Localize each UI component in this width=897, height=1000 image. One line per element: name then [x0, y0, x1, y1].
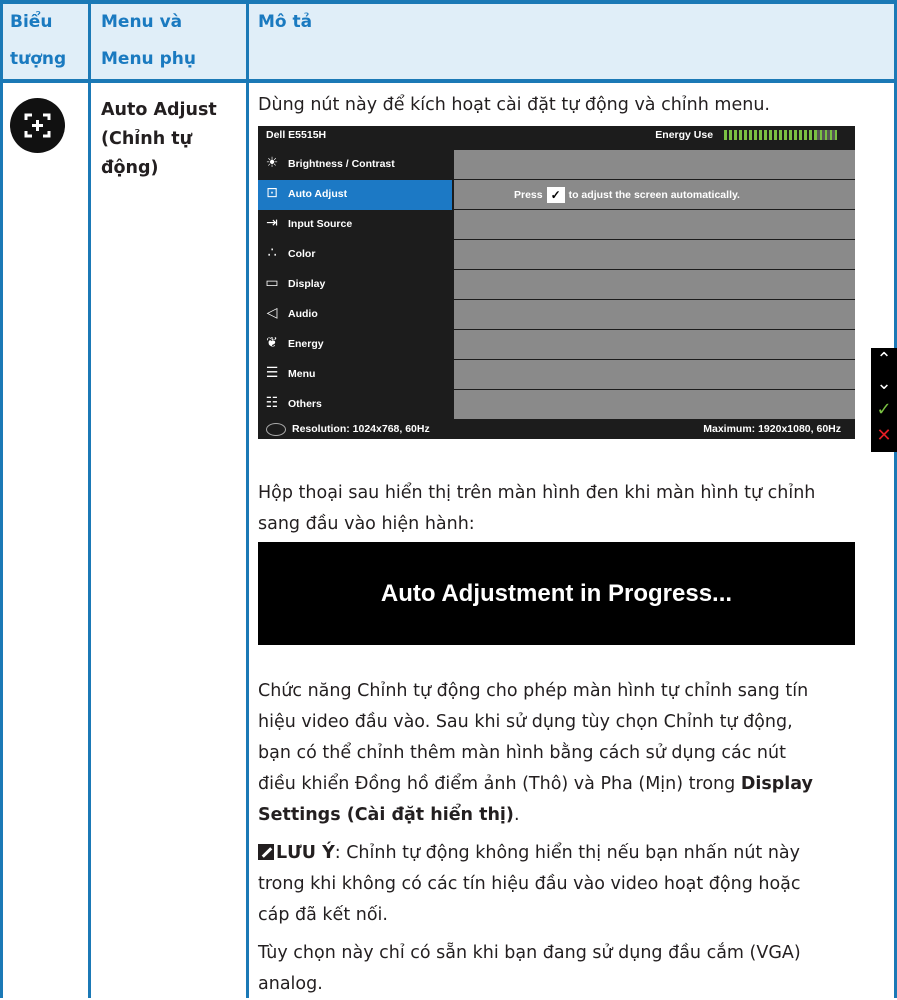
osd-footer: Resolution: 1024x768, 60Hz Maximum: 1920…: [258, 420, 855, 439]
note-line: LƯU Ý: Chỉnh tự động không hiển thị nếu …: [258, 838, 800, 869]
energy-label: Energy Use: [655, 129, 714, 141]
note-line: cáp đã kết nối.: [258, 905, 388, 925]
note-line: trong khi không có các tín hiệu đầu vào …: [258, 874, 801, 894]
menu-name: Auto Adjust (Chỉnh tự động): [101, 96, 217, 183]
paragraph-line: hiệu video đầu vào. Sau khi sử dụng tùy …: [258, 712, 793, 732]
osd-menu-item-label: Others: [288, 398, 322, 410]
osd-menu-item[interactable]: ⇥ Input Source: [258, 210, 452, 240]
paragraph-text: .: [513, 805, 520, 825]
paragraph-line: Chức năng Chỉnh tự động cho phép màn hìn…: [258, 681, 809, 701]
menu-icon: ☰: [265, 365, 279, 381]
osd-row: ▭ Display: [258, 270, 855, 300]
osd-panel-cell: [454, 150, 855, 179]
osd-row: ∴ Color: [258, 240, 855, 270]
input-icon: ⇥: [266, 215, 278, 231]
header-menu-column: Menu và Menu phụ: [101, 12, 196, 69]
osd-row: ❦ Energy: [258, 330, 855, 360]
close-icon[interactable]: ✕: [871, 424, 897, 448]
press-label: Press: [514, 188, 543, 201]
osd-panel-text: Press ✓ to adjust the screen automatically…: [514, 187, 740, 203]
check-icon: ✓: [546, 187, 565, 203]
note-pencil-icon: [258, 844, 274, 860]
paragraph-line: analog.: [258, 974, 323, 994]
auto-adjust-icon: ⊡: [266, 185, 278, 201]
check-icon[interactable]: ✓: [871, 398, 897, 422]
resolution-text: Resolution: 1024x768, 60Hz: [292, 423, 430, 435]
osd-menu-item-label: Color: [288, 248, 316, 260]
osd-menu-item-label: Audio: [288, 308, 318, 320]
osd-menu-item[interactable]: ∴ Color: [258, 240, 452, 270]
osd-menu-item-label: Menu: [288, 368, 316, 380]
osd-panel-cell: [454, 390, 855, 419]
osd-model: Dell E5515H: [266, 129, 327, 141]
osd-menu-item-label: Brightness / Contrast: [288, 158, 395, 170]
paragraph-text: điều khiển Đồng hồ điểm ảnh (Thô) và Pha…: [258, 774, 736, 794]
header-border: [0, 79, 897, 83]
menu-name-line: Auto Adjust: [101, 100, 217, 120]
dialog-text-line: Hộp thoại sau hiển thị trên màn hình đen…: [258, 483, 816, 503]
sun-icon: ☀: [265, 155, 279, 171]
osd-menu-item[interactable]: ⊡ Auto Adjust: [258, 180, 452, 210]
osd-menu-item[interactable]: ❦ Energy: [258, 330, 452, 360]
intro-text: Dùng nút này để kích hoạt cài đặt tự độn…: [258, 95, 770, 115]
osd-row: ☷ Others: [258, 390, 855, 420]
up-arrow-icon[interactable]: ⌃: [871, 348, 897, 372]
sliders-icon: ☷: [265, 395, 279, 411]
column-divider: [88, 0, 91, 998]
paragraph-line: Settings (Cài đặt hiển thị).: [258, 800, 520, 831]
osd-panel-cell: [454, 330, 855, 359]
osd-menu-item[interactable]: ▭ Display: [258, 270, 452, 300]
osd-row: ⇥ Input Source: [258, 210, 855, 240]
auto-adjust-icon: [10, 98, 65, 153]
osd-panel-cell: [454, 270, 855, 299]
speaker-icon: ◁: [266, 305, 278, 321]
osd-row: ◁ Audio: [258, 300, 855, 330]
side-buttons: ⌃ ⌄ ✓ ✕: [871, 348, 897, 452]
column-divider: [0, 0, 3, 998]
panel-instruction: to adjust the screen automatically.: [568, 188, 740, 201]
osd-row: ⊡ Auto Adjust Press ✓ to adjust the screen a…: [258, 180, 855, 210]
osd-menu-item[interactable]: ☀ Brightness / Contrast: [258, 150, 452, 180]
osd-menu-item-label: Energy: [288, 338, 324, 350]
paragraph-line: điều khiển Đồng hồ điểm ảnh (Thô) và Pha…: [258, 769, 813, 800]
osd-menu-item-label: Auto Adjust: [288, 188, 348, 200]
color-dots-icon: ∴: [267, 245, 277, 261]
header-description-column: Mô tả: [258, 12, 313, 32]
osd-panel-cell: [454, 360, 855, 389]
energy-bar: [724, 130, 837, 141]
leaf-icon: ❦: [266, 335, 278, 351]
osd-menu-item-label: Input Source: [288, 218, 353, 230]
display-settings-ref: Settings (Cài đặt hiển thị): [258, 805, 514, 825]
osd-panel-cell: [454, 210, 855, 239]
osd-panel-cell: [454, 300, 855, 329]
note-text: : Chỉnh tự động không hiển thị nếu bạn n…: [334, 843, 801, 863]
progress-dialog: Auto Adjustment in Progress...: [258, 542, 855, 645]
osd-menu-item-label: Display: [288, 278, 326, 290]
menu-name-line: (Chỉnh tự: [101, 129, 193, 149]
osd-menu-item[interactable]: ☷ Others: [258, 390, 452, 420]
display-icon: ▭: [265, 275, 279, 291]
maximum-text: Maximum: 1920x1080, 60Hz: [703, 423, 841, 435]
display-settings-ref: Display: [740, 774, 813, 794]
down-arrow-icon[interactable]: ⌄: [871, 372, 897, 396]
dialog-text-line: sang đầu vào hiện hành:: [258, 514, 475, 534]
osd-panel-cell: [454, 240, 855, 269]
header-icon-column: Biểu tượng: [10, 12, 67, 69]
energy-meter: Energy Use: [655, 129, 837, 141]
osd-panel-cell: Press ✓ to adjust the screen automatically…: [454, 180, 855, 209]
osd-row: ☰ Menu: [258, 360, 855, 390]
column-divider: [246, 0, 249, 998]
feature-table: Biểu tượng Menu và Menu phụ Mô tả Auto A…: [0, 0, 897, 998]
osd-menu: Dell E5515H Energy Use ☀ Brightness / Con…: [258, 126, 855, 439]
osd-menu-item[interactable]: ◁ Audio: [258, 300, 452, 330]
osd-row: ☀ Brightness / Contrast: [258, 150, 855, 180]
menu-name-line: động): [101, 158, 159, 178]
note-label: LƯU Ý: [276, 843, 335, 863]
paragraph-line: Tùy chọn này chỉ có sẵn khi bạn đang sử …: [258, 943, 801, 963]
osd-menu-item[interactable]: ☰ Menu: [258, 360, 452, 390]
paragraph-line: bạn có thể chỉnh thêm màn hình bằng cách…: [258, 743, 786, 763]
vga-icon: [266, 423, 286, 436]
